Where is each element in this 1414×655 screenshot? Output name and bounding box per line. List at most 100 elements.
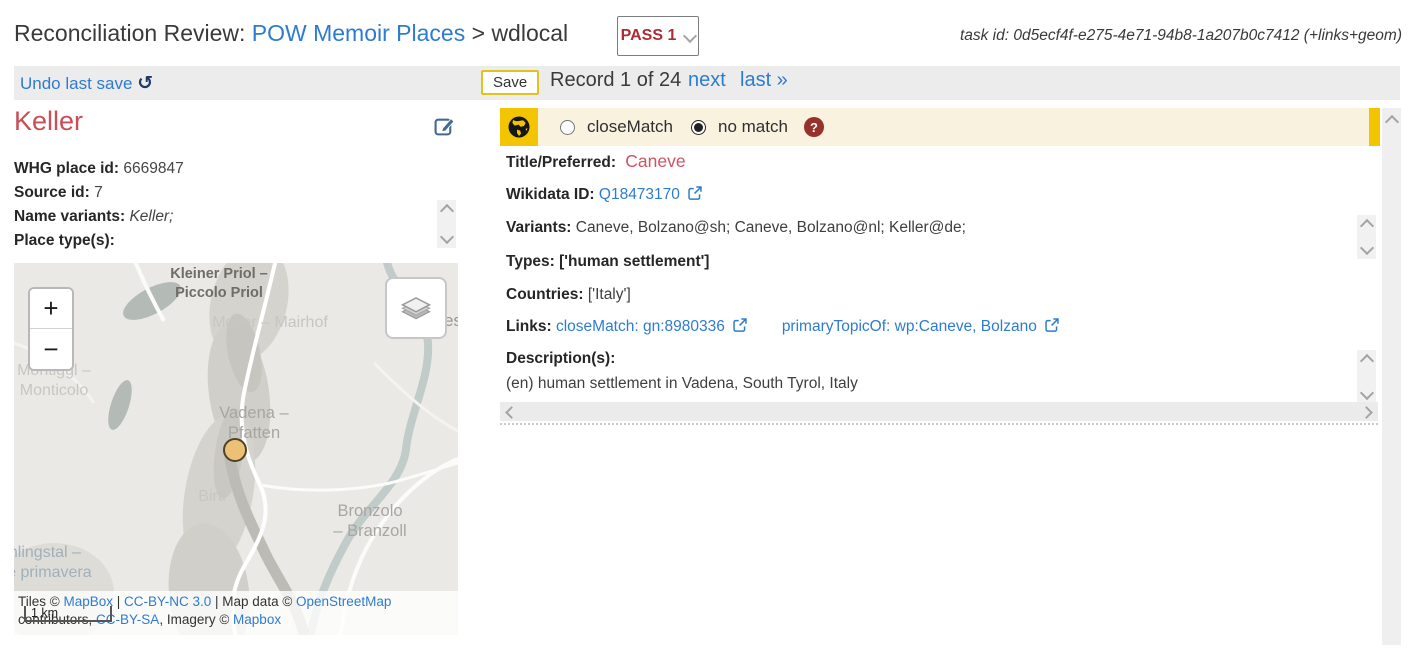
field-label: Place type(s) [14,232,110,249]
title-preferred-value: Caneve [625,151,685,171]
pencil-square-icon [434,116,455,137]
match-options: closeMatch no match ? [538,108,1369,146]
external-link-icon[interactable] [1045,318,1059,332]
countries-value: ['Italy'] [588,286,631,303]
zoom-in-button[interactable]: + [30,289,72,329]
variants-scrollbar[interactable] [1357,215,1376,259]
scroll-up-icon[interactable] [439,204,453,218]
field-value: Keller; [129,208,173,225]
wikidata-row: Wikidata ID: Q18473170 [506,186,702,204]
task-name: wdlocal [491,20,568,46]
scroll-down-icon[interactable] [439,230,453,244]
close-match-radio[interactable] [560,120,575,135]
scroll-up-icon[interactable] [1359,354,1373,368]
types-row: Types: ['human settlement'] [506,253,709,271]
wikipedia-link[interactable]: primaryTopicOf: wp:Caneve, Bolzano [782,318,1037,335]
description-value: (en) human settlement in Vadena, South T… [506,375,858,392]
map-label-bronzolo: Bronzolo – Branzoll [333,501,406,541]
attribution-text: | Map data © [211,594,296,609]
scroll-up-icon[interactable] [1359,219,1373,233]
page-title-text: Reconciliation Review: [14,20,245,46]
field-name-variants: Name variants: Keller; [14,205,424,229]
types-label: Types: [506,253,555,270]
map-scale-bar: 1 km [24,606,112,622]
map-label-birti: Birti [198,487,226,507]
types-value: ['human settlement'] [559,253,709,270]
countries-label: Countries: [506,286,584,303]
cc-by-nc-link[interactable]: CC-BY-NC 3.0 [124,594,211,609]
map-layers-button[interactable] [385,277,447,339]
external-link-icon[interactable] [733,318,747,332]
geometry-chip[interactable] [500,108,538,146]
field-label: WHG place id [14,160,114,177]
scroll-down-icon[interactable] [1359,241,1373,255]
variants-label: Variants: [506,219,571,236]
mapbox-imagery-link[interactable]: Mapbox [233,612,281,627]
links-label: Links: [506,318,552,335]
external-link-icon[interactable] [688,186,702,200]
undo-last-save-link[interactable]: Undo last save ↺ [20,72,153,94]
collection-link[interactable]: POW Memoir Places [252,20,465,46]
geonames-link[interactable]: closeMatch: gn:8980336 [556,318,725,335]
panel-divider [500,423,1378,425]
horizontal-scrollbar[interactable] [500,402,1378,421]
descriptions-row: Description(s): [506,350,615,368]
pass-select-value: PASS 1 [621,27,677,45]
scroll-left-icon[interactable] [505,406,518,419]
place-marker[interactable] [223,438,247,462]
zoom-out-button[interactable]: − [30,329,72,369]
vertical-scrollbar[interactable] [1382,108,1401,645]
page-title: Reconciliation Review: POW Memoir Places… [14,20,568,47]
place-panel-scrollbar[interactable] [437,200,456,248]
field-place-types: Place type(s): [14,229,424,253]
next-record-link[interactable]: next [688,69,726,92]
descriptions-scrollbar[interactable] [1357,350,1376,404]
layers-icon [398,290,434,326]
toolbar: Undo last save ↺ Save Record 1 of 24 nex… [14,66,1400,100]
save-button[interactable]: Save [481,70,539,95]
map-label-mover-mairhof: Mover – Mairhof [212,313,328,333]
scroll-up-icon[interactable] [1385,115,1399,129]
field-source-id: Source id: 7 [14,181,424,205]
no-match-radio[interactable] [691,120,706,135]
match-decision-bar: closeMatch no match ? [500,108,1380,146]
wikidata-label: Wikidata ID: [506,186,595,203]
description-value-row: (en) human settlement in Vadena, South T… [506,375,858,393]
descriptions-label: Description(s): [506,350,615,367]
pass-select[interactable]: PASS 1 [617,16,699,56]
map-zoom-control: + − [28,287,74,371]
map-label-kleiner-priol: Kleiner Priol – Piccolo Priol [170,265,268,303]
last-record-link[interactable]: last » [740,69,788,92]
map-label-fruhlingstal: ühlingstal – lle primavera [14,543,92,583]
scroll-right-icon[interactable] [1360,406,1373,419]
scroll-down-icon[interactable] [1359,386,1373,400]
variants-value: Caneve, Bolzano@sh; Caneve, Bolzano@nl; … [576,219,966,236]
no-match-label[interactable]: no match [718,117,788,137]
field-label: Name variants [14,208,120,225]
field-value: 6669847 [123,160,183,177]
map-label-vadena-pfatten: Vadena – Pfatten [219,403,288,443]
map[interactable]: Kleiner Priol – Piccolo Priol Mover – Ma… [14,263,458,635]
help-icon[interactable]: ? [804,117,824,137]
title-preferred-label: Title/Preferred: [506,154,616,171]
record-counter: Record 1 of 24 [550,69,681,92]
reconciliation-review-page: Reconciliation Review: POW Memoir Places… [0,0,1414,655]
match-bar-accent-strip [1369,108,1380,146]
edit-place-button[interactable] [434,116,455,140]
close-match-label[interactable]: closeMatch [587,117,673,137]
attribution-text: , Imagery © [159,612,233,627]
wikidata-link[interactable]: Q18473170 [599,186,680,203]
undo-label: Undo last save [20,74,132,93]
globe-icon [507,115,531,139]
chevron-down-icon [683,29,697,43]
field-value: 7 [94,184,103,201]
scale-label: 1 km [31,606,58,620]
field-whg-place-id: WHG place id: 6669847 [14,157,424,181]
task-id-label: task id: 0d5ecf4f-e275-4e71-94b8-1a207b0… [960,27,1402,45]
variants-row: Variants: Caneve, Bolzano@sh; Caneve, Bo… [506,219,966,237]
attribution-text: | [113,594,124,609]
breadcrumb-separator: > [472,20,485,46]
countries-row: Countries: ['Italy'] [506,286,631,304]
openstreetmap-link[interactable]: OpenStreetMap [296,594,391,609]
links-row: Links: closeMatch: gn:8980336 primaryTop… [506,318,1059,336]
